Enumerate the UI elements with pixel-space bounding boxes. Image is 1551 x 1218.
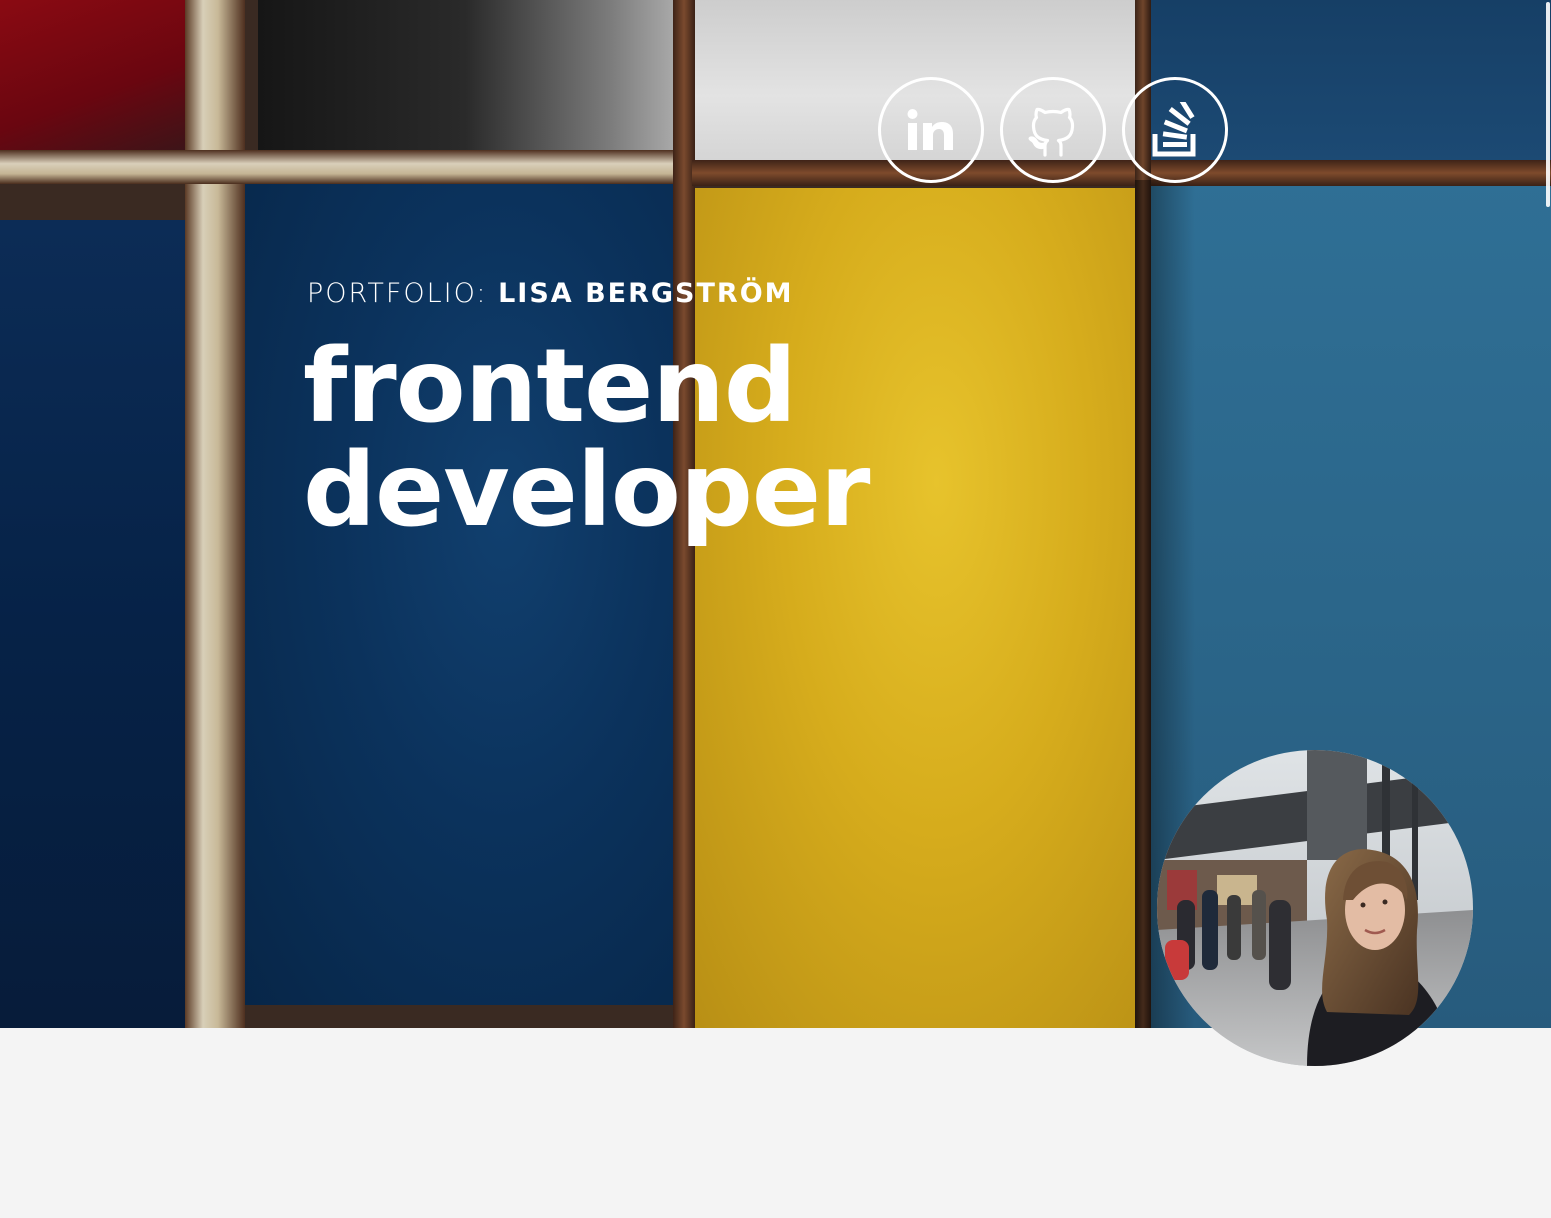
social-links [878,77,1228,183]
stackoverflow-link[interactable] [1122,77,1228,183]
yellow-panel [692,188,1137,1028]
linkedin-link[interactable] [878,77,984,183]
owner-name: LISA BERGSTRÖM [498,278,794,309]
headline-line-1: frontend [303,327,797,446]
portfolio-eyebrow: PORTFOLIO: LISA BERGSTRÖM [307,278,794,309]
portfolio-page: PORTFOLIO: LISA BERGSTRÖM frontend devel… [0,0,1551,1218]
github-link[interactable] [1000,77,1106,183]
profile-photo-image [1157,750,1473,1066]
page-scrollbar[interactable] [1545,0,1551,1218]
stackoverflow-icon [1152,102,1196,157]
linkedin-icon [907,109,953,150]
blue-panel-left [0,220,185,1028]
red-panel [0,0,185,150]
profile-photo [1157,750,1473,1066]
eyebrow-prefix: PORTFOLIO: [307,278,488,309]
github-icon [1028,107,1075,157]
scrollbar-thumb[interactable] [1546,2,1550,207]
headline-line-2: developer [303,431,870,550]
dark-glass-panel [258,0,673,152]
frame-divider [0,150,692,184]
page-title: frontend developer [303,327,870,550]
